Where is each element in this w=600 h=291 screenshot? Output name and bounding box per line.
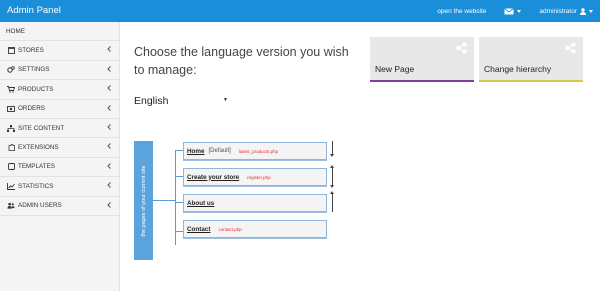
connector-branch <box>175 176 183 177</box>
page-row-home[interactable]: Home [Default] latest_products.php <box>183 142 327 160</box>
money-icon <box>7 105 15 113</box>
sidebar-item-templates[interactable]: TEMPLATES <box>0 158 119 178</box>
caret-down-icon <box>517 9 522 13</box>
chart-icon <box>7 182 15 190</box>
move-arrow-line <box>332 168 333 185</box>
sidebar-item-label: STATISTICS <box>18 182 54 190</box>
sidebar-item-admin-users[interactable]: ADMIN USERS <box>0 197 119 216</box>
sidebar-item-site-content[interactable]: SITE CONTENT <box>0 119 119 139</box>
sidebar-item-label: SETTINGS <box>18 66 50 74</box>
page-name[interactable]: About us <box>187 200 214 207</box>
sidebar-item-label: HOME <box>6 27 25 35</box>
sidebar-item-label: SITE CONTENT <box>18 124 65 132</box>
sidebar-item-home[interactable]: HOME <box>0 22 119 42</box>
sitemap-icon <box>7 124 15 132</box>
square-icon <box>7 163 15 171</box>
page-name[interactable]: Home <box>187 148 205 155</box>
sidebar-item-label: TEMPLATES <box>18 163 55 171</box>
page-row-contact[interactable]: Contact contact.php <box>183 220 327 238</box>
page-row-about-us[interactable]: About us <box>183 194 327 212</box>
tile-label: Change hierarchy <box>484 64 552 74</box>
brand-title[interactable]: Admin Panel <box>7 5 61 16</box>
connector-horizontal <box>153 200 175 201</box>
move-arrow-line <box>332 141 333 155</box>
chevron-left-icon <box>107 162 111 169</box>
top-nav: open the website administrator <box>437 0 593 22</box>
connector-branch <box>175 231 183 232</box>
sidebar-item-label: PRODUCTS <box>18 85 54 93</box>
move-arrow-line <box>332 194 333 212</box>
site-pages-diagram: the pages of your current site Home [Def… <box>130 135 350 265</box>
sidebar-item-label: ADMIN USERS <box>18 202 62 210</box>
cart-icon <box>7 85 15 93</box>
sidebar: HOME STORES SETTINGS PRODUCTS ORDERS SIT… <box>0 22 120 291</box>
page-file: latest_products.php <box>238 148 279 154</box>
pages-side-label-bar: the pages of your current site <box>134 141 153 260</box>
sidebar-item-label: EXTENSIONS <box>18 144 59 152</box>
user-name: administrator <box>539 7 577 15</box>
user-icon <box>580 7 586 15</box>
chevron-left-icon <box>107 46 111 53</box>
pages-side-label: the pages of your current site <box>140 164 147 237</box>
sidebar-item-label: STORES <box>18 47 44 55</box>
chevron-left-icon <box>107 65 111 72</box>
sidebar-item-settings[interactable]: SETTINGS <box>0 61 119 81</box>
gears-icon <box>7 66 15 74</box>
page-file: register.php <box>247 174 271 180</box>
page-default-tag: [Default] <box>208 148 231 154</box>
sidebar-item-statistics[interactable]: STATISTICS <box>0 177 119 197</box>
chevron-left-icon <box>107 104 111 111</box>
page-name[interactable]: Contact <box>187 226 210 233</box>
new-page-tile[interactable]: New Page <box>370 37 474 82</box>
arrow-down-icon <box>330 154 334 157</box>
change-hierarchy-tile[interactable]: Change hierarchy <box>479 37 583 82</box>
language-select[interactable]: English ▼ <box>134 93 230 108</box>
sidebar-item-stores[interactable]: STORES <box>0 41 119 61</box>
sidebar-item-products[interactable]: PRODUCTS <box>0 80 119 100</box>
tile-accent-bar <box>370 80 474 82</box>
caret-down-icon: ▼ <box>223 97 228 103</box>
open-website-link[interactable]: open the website <box>437 8 486 15</box>
user-menu[interactable]: administrator <box>539 8 593 15</box>
sidebar-item-orders[interactable]: ORDERS <box>0 100 119 119</box>
puzzle-icon <box>7 144 15 152</box>
connector-branch <box>175 202 183 203</box>
tile-label: New Page <box>375 64 415 74</box>
messages-menu[interactable] <box>504 7 522 15</box>
language-select-value: English <box>134 94 169 107</box>
page-row-create-store[interactable]: Create your store register.php <box>183 168 327 186</box>
envelope-icon <box>504 7 515 14</box>
users-icon <box>7 202 15 210</box>
arrow-down-icon <box>330 185 334 188</box>
caret-down-icon <box>589 9 593 13</box>
chevron-left-icon <box>107 143 111 150</box>
top-bar: Admin Panel open the website administrat… <box>0 0 600 22</box>
hourglass-icon <box>7 47 15 55</box>
page-file: contact.php <box>218 226 242 232</box>
chevron-left-icon <box>107 182 111 188</box>
page-name[interactable]: Create your store <box>187 174 239 181</box>
chevron-left-icon <box>107 85 111 92</box>
share-icon <box>456 42 467 54</box>
share-icon <box>565 42 576 54</box>
sidebar-item-extensions[interactable]: EXTENSIONS <box>0 138 119 158</box>
chevron-left-icon <box>107 124 111 130</box>
sidebar-item-label: ORDERS <box>18 105 45 113</box>
tile-accent-bar <box>479 80 583 82</box>
page-title: Choose the language version you wish to … <box>134 45 349 77</box>
chevron-left-icon <box>107 201 111 208</box>
connector-branch <box>175 150 183 151</box>
